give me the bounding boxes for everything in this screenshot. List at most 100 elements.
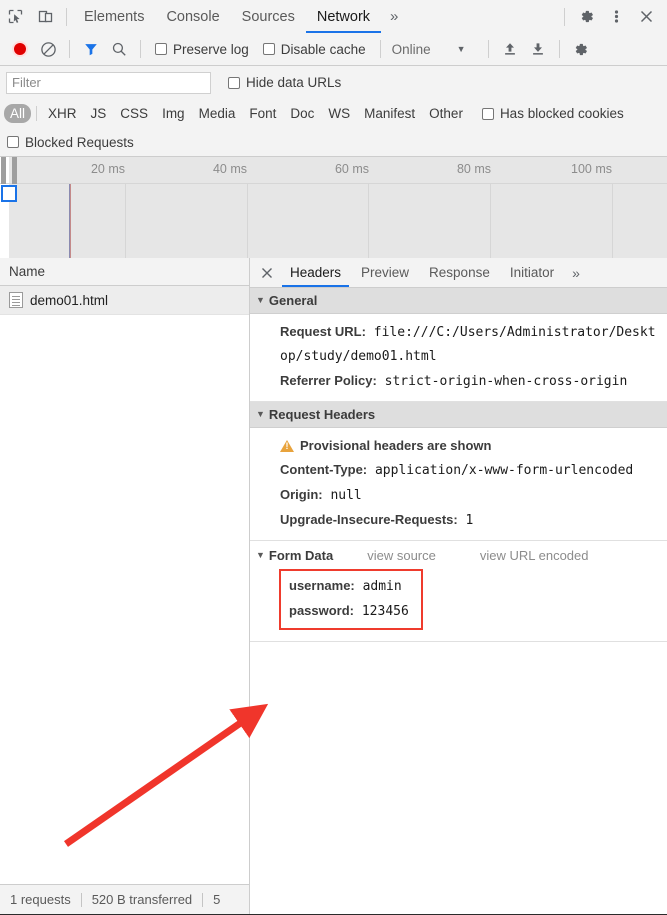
disable-cache-label: Disable cache [280, 41, 366, 57]
tab-sources[interactable]: Sources [231, 1, 306, 33]
tick-100ms: 100 ms [571, 162, 612, 176]
tab-headers[interactable]: Headers [280, 258, 351, 287]
chip-other[interactable]: Other [423, 104, 469, 123]
export-har-icon[interactable] [524, 35, 552, 63]
blocked-requests-box[interactable] [7, 136, 19, 148]
hide-data-urls-checkbox[interactable]: Hide data URLs [228, 75, 341, 90]
chip-doc[interactable]: Doc [284, 104, 320, 123]
preserve-log-label: Preserve log [173, 41, 249, 57]
overview-ruler: 20 ms 40 ms 60 ms 80 ms 100 ms [0, 157, 667, 184]
clear-icon[interactable] [34, 35, 62, 63]
header-row-referrer-policy: Referrer Policy: strict-origin-when-cros… [258, 369, 659, 394]
section-body-general: Request URL: file:///C:/Users/Administra… [250, 314, 667, 402]
tab-initiator[interactable]: Initiator [500, 258, 564, 287]
section-body-request-headers: Provisional headers are shown Content-Ty… [250, 428, 667, 541]
has-blocked-cookies-checkbox[interactable]: Has blocked cookies [481, 106, 624, 121]
chip-font[interactable]: Font [243, 104, 282, 123]
provisional-headers-warning: Provisional headers are shown [258, 434, 659, 458]
chip-css[interactable]: CSS [114, 104, 154, 123]
form-data-value: admin [362, 579, 402, 594]
chip-manifest[interactable]: Manifest [358, 104, 421, 123]
header-key: Content-Type: [280, 462, 368, 477]
header-key: Referrer Policy: [280, 373, 377, 388]
tab-network[interactable]: Network [305, 1, 382, 33]
blocked-requests-label: Blocked Requests [25, 134, 134, 150]
resource-type-filter-row: All XHR JS CSS Img Media Font Doc WS Man… [0, 99, 667, 128]
network-timeline-overview[interactable]: 20 ms 40 ms 60 ms 80 ms 100 ms [0, 157, 667, 258]
table-row[interactable]: demo01.html [0, 286, 249, 315]
more-detail-tabs-icon[interactable]: » [564, 258, 588, 287]
gear-icon[interactable] [571, 1, 601, 33]
throttling-value: Online [391, 41, 431, 57]
device-toolbar-icon[interactable] [30, 1, 60, 33]
overview-gridline-1 [125, 184, 126, 258]
form-data-row-username: username: admin [289, 574, 409, 599]
status-requests-count: 1 requests [10, 892, 71, 907]
form-data-rows-wrapper: username: admin password: 123456 [258, 569, 659, 631]
filter-input[interactable] [6, 71, 211, 94]
preserve-log-box[interactable] [155, 43, 167, 55]
network-toolbar: Preserve log Disable cache Online ▼ [0, 33, 667, 66]
chevron-down-icon: ▼ [456, 44, 466, 54]
form-data-key: password: [289, 603, 355, 618]
request-list-header[interactable]: Name [0, 258, 249, 286]
triangle-down-icon: ▼ [256, 295, 265, 305]
chip-img[interactable]: Img [156, 104, 191, 123]
throttling-dropdown[interactable]: Online ▼ [392, 42, 466, 57]
overview-gridline-5 [612, 184, 613, 258]
overview-selection-box[interactable] [1, 185, 17, 202]
inspect-cursor-icon[interactable] [0, 1, 30, 33]
section-header-request-headers[interactable]: ▼ Request Headers [250, 402, 667, 428]
header-value: 1 [465, 513, 474, 528]
header-value: null [330, 488, 362, 503]
close-detail-icon[interactable] [254, 258, 280, 287]
header-row-upgrade-insecure-requests: Upgrade-Insecure-Requests: 1 [258, 508, 659, 533]
header-value: application/x-www-form-urlencoded [374, 463, 634, 478]
import-har-icon[interactable] [496, 35, 524, 63]
tab-console[interactable]: Console [155, 1, 230, 33]
tab-response[interactable]: Response [419, 258, 500, 287]
overview-gridline-2 [247, 184, 248, 258]
chip-all[interactable]: All [4, 104, 32, 123]
filter-funnel-icon[interactable] [77, 35, 105, 63]
chip-js[interactable]: JS [85, 104, 113, 123]
overview-left-handle[interactable] [1, 157, 6, 184]
section-header-form-data[interactable]: ▼ Form Data view source view URL encoded [250, 541, 667, 569]
preserve-log-checkbox[interactable]: Preserve log [155, 42, 249, 57]
overview-right-handle[interactable] [12, 157, 17, 184]
form-data-value: 123456 [361, 604, 409, 619]
disable-cache-checkbox[interactable]: Disable cache [262, 41, 366, 57]
warning-text: Provisional headers are shown [300, 438, 492, 453]
warning-triangle-icon [280, 440, 294, 452]
chip-media[interactable]: Media [193, 104, 242, 123]
toolbar-divider-4 [487, 40, 489, 58]
view-source-link[interactable]: view source [367, 548, 436, 563]
section-header-general[interactable]: ▼ General [250, 288, 667, 314]
chip-xhr[interactable]: XHR [42, 104, 83, 123]
search-icon[interactable] [105, 35, 133, 63]
devtools-window: Elements Console Sources Network » Prese… [0, 0, 667, 915]
tab-elements[interactable]: Elements [73, 1, 155, 33]
status-transferred: 520 B transferred [91, 892, 193, 907]
chip-ws[interactable]: WS [322, 104, 356, 123]
hide-data-urls-box[interactable] [228, 76, 240, 89]
close-icon[interactable] [631, 1, 661, 33]
tab-preview[interactable]: Preview [351, 258, 419, 287]
blocked-requests-checkbox[interactable]: Blocked Requests [7, 135, 134, 150]
devtools-tab-bar: Elements Console Sources Network » [0, 0, 667, 34]
section-title-request-headers: Request Headers [268, 407, 376, 422]
disable-cache-box[interactable] [262, 43, 275, 55]
tick-80ms: 80 ms [456, 162, 491, 176]
network-settings-gear-icon[interactable] [567, 35, 595, 63]
more-tabs-icon[interactable]: » [381, 1, 407, 33]
filter-row: Hide data URLs [0, 66, 667, 99]
overview-gridline-4 [490, 184, 491, 258]
record-button-icon[interactable] [6, 35, 34, 63]
kebab-menu-icon[interactable] [601, 1, 631, 33]
view-url-encoded-link[interactable]: view URL encoded [480, 548, 589, 563]
form-data-key: username: [289, 578, 355, 593]
has-blocked-cookies-box[interactable] [481, 107, 494, 120]
tick-60ms: 60 ms [334, 162, 369, 176]
column-header-name: Name [9, 264, 46, 279]
tabbar-right-controls [558, 1, 667, 33]
